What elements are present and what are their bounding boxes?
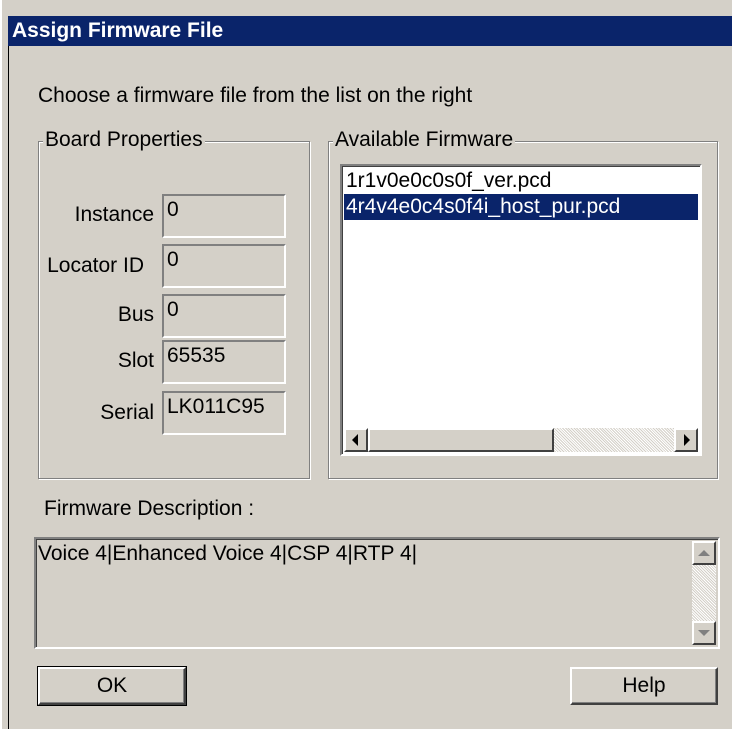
firmware-description-label: Firmware Description : <box>44 497 255 520</box>
slot-label: Slot <box>117 349 154 372</box>
instruction-text: Choose a firmware file from the list on … <box>38 84 473 107</box>
ok-button[interactable]: OK <box>37 666 187 706</box>
firmware-list-item[interactable]: 1r1v0e0c0s0f_ver.pcd <box>344 168 698 194</box>
serial-field: LK011C95 <box>162 391 286 435</box>
locator-id-label: Locator ID <box>47 254 144 277</box>
firmware-description-text: Voice 4|Enhanced Voice 4|CSP 4|RTP 4| <box>38 542 418 565</box>
dialog-title: Assign Firmware File <box>8 16 732 46</box>
instance-field: 0 <box>162 194 286 238</box>
firmware-description-box[interactable]: Voice 4|Enhanced Voice 4|CSP 4|RTP 4| <box>34 537 720 649</box>
horizontal-scroll-thumb[interactable] <box>368 428 554 452</box>
available-firmware-title: Available Firmware <box>333 128 516 151</box>
instance-label: Instance <box>74 203 154 226</box>
locator-id-field: 0 <box>162 244 286 288</box>
serial-label: Serial <box>100 401 154 424</box>
bus-label: Bus <box>117 303 154 326</box>
right-arrow-icon <box>684 434 690 446</box>
bus-field: 0 <box>162 294 286 338</box>
help-button[interactable]: Help <box>570 667 718 705</box>
firmware-list-item-selected[interactable]: 4r4v4e0c4s0f4i_host_pur.pcd <box>344 194 698 220</box>
left-arrow-icon <box>352 434 358 446</box>
board-properties-title: Board Properties <box>43 128 205 151</box>
scroll-up-button[interactable] <box>692 541 716 565</box>
up-arrow-icon <box>698 550 710 556</box>
firmware-listbox[interactable]: 1r1v0e0c0s0f_ver.pcd 4r4v4e0c4s0f4i_host… <box>340 164 702 456</box>
scroll-down-button[interactable] <box>692 621 716 645</box>
scroll-right-button[interactable] <box>674 428 698 452</box>
right-margin <box>732 0 738 729</box>
slot-field: 65535 <box>162 340 286 384</box>
scroll-left-button[interactable] <box>344 428 368 452</box>
down-arrow-icon <box>698 630 710 636</box>
